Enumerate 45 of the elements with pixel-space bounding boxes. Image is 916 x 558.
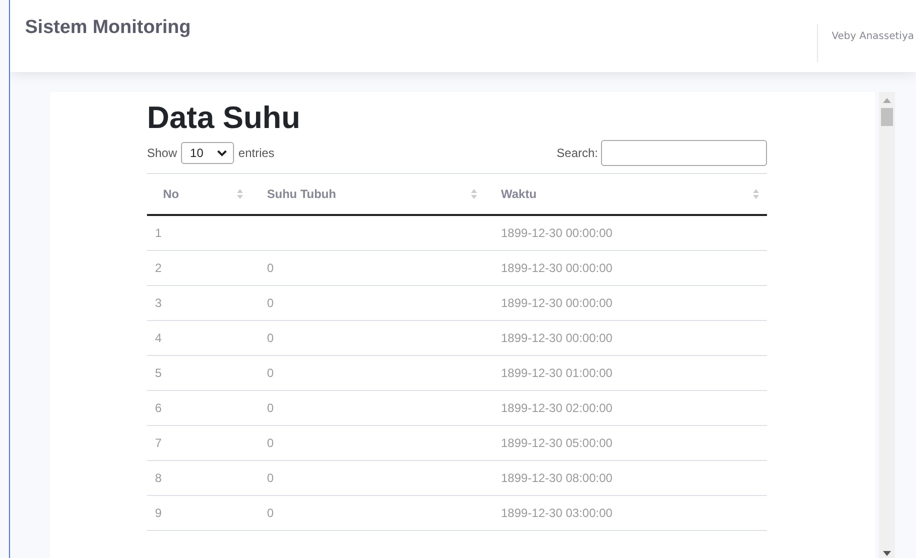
chevron-icon xyxy=(217,150,228,156)
table-cell: 1899-12-30 05:00:00 xyxy=(485,426,767,460)
entries-select[interactable]: 10 xyxy=(181,142,234,164)
search-field[interactable] xyxy=(601,140,767,166)
table-cell: 0 xyxy=(251,286,485,320)
table-cell: 1899-12-30 02:00:00 xyxy=(485,390,767,426)
table-cell: 0 xyxy=(251,320,485,356)
table-cell: 1899-12-30 01:00:00 xyxy=(485,356,767,390)
table-cell: 9 xyxy=(147,496,251,530)
sort-icon xyxy=(753,189,759,199)
down-arrow-icon[interactable] xyxy=(883,551,891,556)
table-cell: 5 xyxy=(147,356,251,390)
column-header[interactable]: No xyxy=(147,174,251,215)
search-label: Search: xyxy=(556,146,598,160)
scrollbar-thumb[interactable] xyxy=(881,108,893,126)
table-cell: 1899-12-30 00:00:00 xyxy=(485,320,767,356)
table-cell: 1899-12-30 03:00:00 xyxy=(485,496,767,530)
table-cell: 0 xyxy=(251,426,485,460)
table-cell: 1 xyxy=(147,215,251,250)
scrollbar[interactable] xyxy=(879,92,895,558)
table-cell: 0 xyxy=(251,460,485,496)
app-title: Sistem Monitoring xyxy=(25,17,191,39)
sort-icon xyxy=(471,189,477,199)
table-cell: 1899-12-30 00:00:00 xyxy=(485,286,767,320)
table-cell: 4 xyxy=(147,320,251,356)
table-cell: 0 xyxy=(251,250,485,286)
table-cell: 0 xyxy=(251,356,485,390)
page-heading: Data Suhu xyxy=(147,100,302,136)
entries-label: entries xyxy=(238,146,274,160)
user-name[interactable]: Veby Anassetiya xyxy=(832,30,914,42)
table-cell: 1899-12-30 00:00:00 xyxy=(485,250,767,286)
table-cell: 3 xyxy=(147,286,251,320)
up-arrow-icon[interactable] xyxy=(883,98,891,103)
sort-icon xyxy=(237,189,243,199)
table-cell: 1899-12-30 08:00:00 xyxy=(485,460,767,496)
column-header[interactable]: Waktu xyxy=(485,174,767,215)
table-cell: 7 xyxy=(147,426,251,460)
table-cell: 0 xyxy=(251,390,485,426)
table-cell: 8 xyxy=(147,460,251,496)
table-cell: 0 xyxy=(251,496,485,530)
table-cell: 2 xyxy=(147,250,251,286)
table-cell: 6 xyxy=(147,390,251,426)
show-label: Show xyxy=(147,146,178,160)
column-header[interactable]: Suhu Tubuh xyxy=(251,174,485,215)
table-cell: 1899-12-30 00:00:00 xyxy=(485,215,767,250)
